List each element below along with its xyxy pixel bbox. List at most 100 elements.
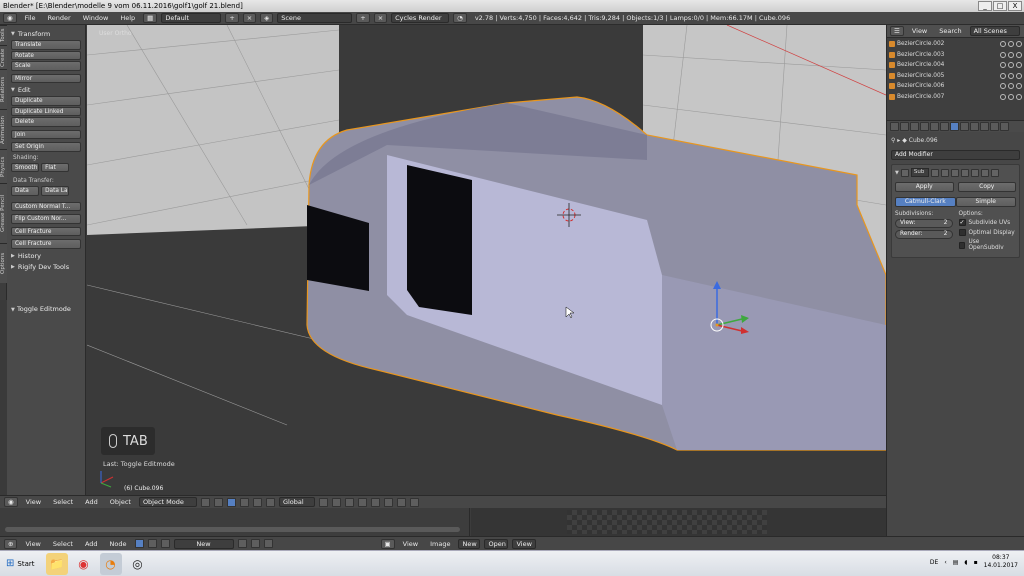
interaction-mode-select[interactable]: Object Mode	[138, 497, 197, 507]
transform-orientation-select[interactable]: Global	[278, 497, 315, 507]
use-nodes-icon[interactable]	[237, 539, 247, 548]
node-editor-area[interactable]	[0, 508, 470, 536]
viewport-toggle-icon[interactable]	[940, 168, 949, 177]
world-tab-icon[interactable]	[920, 122, 929, 131]
compositing-nodes-icon[interactable]	[160, 539, 170, 548]
layer-button-icon[interactable]	[357, 497, 367, 507]
duplicate-linked-button[interactable]: Duplicate Linked	[11, 106, 81, 116]
cursor-icon[interactable]	[1008, 62, 1014, 69]
layers-tab-icon[interactable]	[900, 122, 909, 131]
remove-scene-button[interactable]: ×	[373, 13, 388, 23]
image-editor-area[interactable]	[471, 508, 886, 536]
remove-modifier-icon[interactable]	[990, 168, 999, 177]
cell-fracture-button-2[interactable]: Cell Fracture	[11, 239, 81, 249]
modifiers-tab-icon[interactable]	[950, 122, 959, 131]
add-modifier-dropdown[interactable]: Add Modifier	[891, 150, 1020, 160]
translate-button[interactable]: Translate	[11, 40, 81, 50]
menu-file[interactable]: File	[21, 14, 40, 22]
node-menu-add[interactable]: Add	[81, 540, 102, 548]
data-tab-icon[interactable]	[960, 122, 969, 131]
shader-nodes-icon[interactable]	[134, 539, 144, 548]
tab-physics[interactable]: Physics	[0, 149, 7, 183]
blender-taskbar-icon[interactable]: ◔	[99, 552, 122, 575]
outliner-item[interactable]: BezierCircle.004	[889, 60, 1022, 71]
constraints-tab-icon[interactable]	[940, 122, 949, 131]
backdrop-icon[interactable]	[250, 539, 260, 548]
scale-manipulator-icon[interactable]	[265, 497, 275, 507]
menu-window[interactable]: Window	[79, 14, 113, 22]
layer-button-icon[interactable]	[370, 497, 380, 507]
tab-tools[interactable]: Tools	[0, 25, 7, 45]
editor-type-icon[interactable]: ◉	[3, 13, 17, 23]
render-engine-select[interactable]: Cycles Render	[391, 13, 450, 23]
camera-icon[interactable]	[1016, 83, 1022, 90]
start-button[interactable]: ⊞ Start	[0, 553, 41, 575]
minimize-button[interactable]: _	[978, 1, 992, 11]
apply-button[interactable]: Apply	[895, 182, 954, 192]
node-menu-select[interactable]: Select	[49, 540, 77, 548]
physics-tab-icon[interactable]	[1000, 122, 1009, 131]
edit-panel-header[interactable]: ▼ Edit	[11, 86, 81, 94]
snap-icon[interactable]	[383, 497, 393, 507]
image-menu-view[interactable]: View	[399, 540, 422, 548]
tab-options[interactable]: Options	[0, 243, 7, 283]
mirror-button[interactable]: Mirror	[11, 73, 81, 83]
transform-panel-header[interactable]: ▼ Transform	[11, 30, 81, 38]
custom-normal-button[interactable]: Custom Normal T...	[11, 201, 81, 211]
render-levels-field[interactable]: Render: 2	[895, 230, 953, 239]
screen-layout-icon[interactable]: ▦	[143, 13, 158, 23]
obs-icon[interactable]: ◎	[127, 553, 149, 575]
simple-option[interactable]: Simple	[955, 197, 1016, 207]
shading-mode-icon[interactable]	[200, 497, 210, 507]
menu-view[interactable]: View	[22, 498, 45, 506]
scene-field[interactable]: Scene	[277, 13, 353, 23]
camera-icon[interactable]	[1016, 41, 1022, 48]
cursor-icon[interactable]	[1008, 41, 1014, 48]
delete-button[interactable]: Delete	[11, 117, 81, 127]
maximize-button[interactable]: □	[993, 1, 1007, 11]
menu-add[interactable]: Add	[81, 498, 102, 506]
optimal-display-checkbox[interactable]: Optimal Display	[958, 229, 1017, 236]
editmode-toggle-icon[interactable]	[950, 168, 959, 177]
set-origin-button[interactable]: Set Origin	[11, 142, 81, 152]
cursor-icon[interactable]	[1008, 72, 1014, 79]
data-button[interactable]: Data	[11, 186, 39, 196]
flat-button[interactable]: Flat	[41, 162, 70, 172]
modifier-name-field[interactable]: Sub	[910, 168, 929, 177]
camera-icon[interactable]	[1016, 62, 1022, 69]
tab-create[interactable]: Create	[0, 45, 7, 69]
manipulator-icon[interactable]	[226, 497, 236, 507]
image-menu-image[interactable]: Image	[426, 540, 454, 548]
menu-object[interactable]: Object	[106, 498, 135, 506]
cursor-icon[interactable]	[1008, 83, 1014, 90]
duplicate-button[interactable]: Duplicate	[11, 96, 81, 106]
image-editor-type-icon[interactable]: ▣	[380, 538, 395, 549]
outliner-item[interactable]: BezierCircle.006	[889, 81, 1022, 92]
material-tab-icon[interactable]	[970, 122, 979, 131]
volume-icon[interactable]: ◖	[964, 559, 967, 566]
use-opensubdiv-checkbox[interactable]: Use OpenSubdiv	[958, 239, 1017, 251]
menu-render[interactable]: Render	[44, 14, 75, 22]
add-scene-button[interactable]: +	[356, 13, 370, 23]
clock[interactable]: 08:37 14.01.2017	[984, 554, 1018, 570]
flip-custom-normals-button[interactable]: Flip Custom Nor...	[11, 214, 81, 224]
catmull-clark-option[interactable]: Catmull-Clark	[895, 197, 956, 207]
move-down-icon[interactable]	[980, 168, 989, 177]
render-preview-icon[interactable]	[409, 497, 419, 507]
network-icon[interactable]: ▤	[953, 559, 959, 566]
outliner-item[interactable]: BezierCircle.003	[889, 50, 1022, 61]
render-tab-icon[interactable]	[890, 122, 899, 131]
data-layout-button[interactable]: Data La	[41, 186, 70, 196]
rotate-manipulator-icon[interactable]	[252, 497, 262, 507]
texture-tab-icon[interactable]	[980, 122, 989, 131]
tab-grease-pencil[interactable]: Grease Pencil	[0, 183, 7, 243]
eye-icon[interactable]	[1000, 51, 1006, 58]
3d-viewport[interactable]: User Ortho TAB Last: Toggle Editmode (6)…	[87, 25, 886, 495]
camera-icon[interactable]	[1016, 51, 1022, 58]
subdivide-uvs-checkbox[interactable]: ✓ Subdivide UVs	[958, 219, 1017, 226]
editor-type-icon[interactable]: ◉	[4, 497, 18, 507]
tray-chevron-icon[interactable]: ‹	[944, 559, 946, 566]
new-image-button[interactable]: New	[458, 538, 481, 549]
smooth-button[interactable]: Smooth	[11, 162, 39, 172]
chrome-icon[interactable]: ◉	[73, 553, 95, 575]
